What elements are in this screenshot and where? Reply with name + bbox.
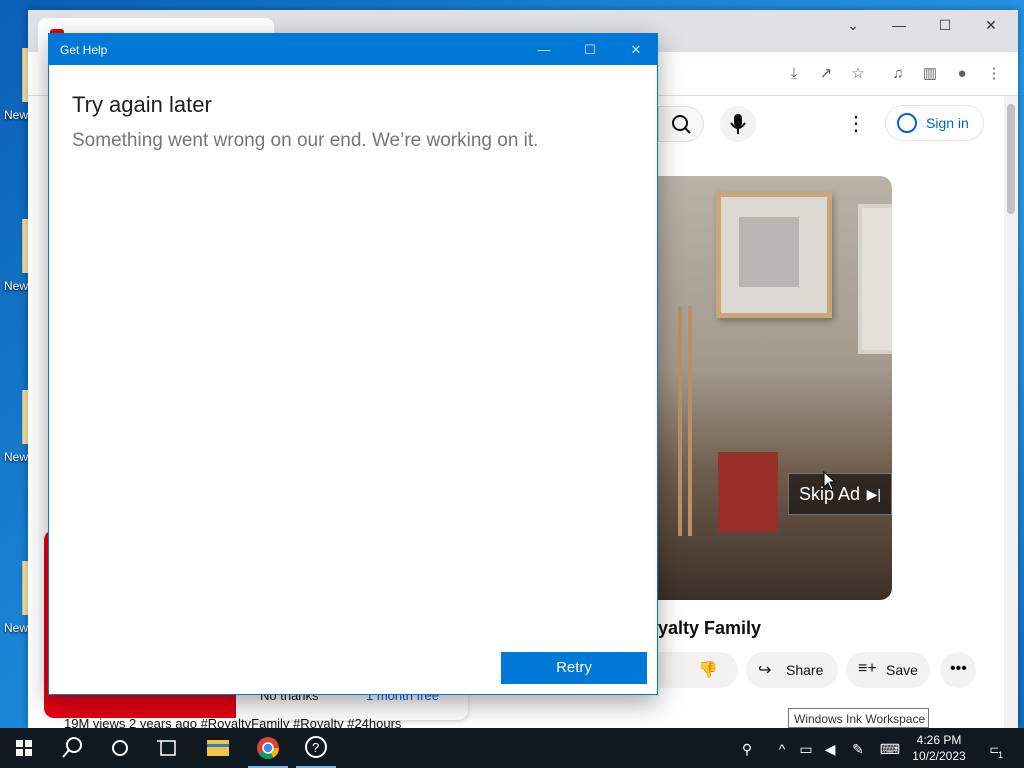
desktop-icon-new-3[interactable]: New — [0, 390, 30, 464]
show-hidden-icons-chevron-icon[interactable]: ^ — [773, 740, 791, 758]
system-clock[interactable]: 4:26 PM 10/2/2023 — [904, 732, 974, 764]
sign-in-label: Sign in — [926, 115, 969, 131]
desktop-icon-label: New — [4, 108, 29, 122]
search-icon — [62, 737, 82, 758]
skip-next-icon: ▶| — [866, 486, 881, 502]
get-help-icon: ? — [305, 736, 327, 758]
dialog-heading: Try again later — [72, 92, 212, 117]
video-views-line: 19M views 2 years ago #RoyaltyFamily #Ro… — [64, 716, 402, 728]
maximize-button[interactable]: ☐ — [922, 10, 968, 42]
cortana-button[interactable] — [96, 728, 144, 768]
video-frame-shelf — [718, 452, 778, 532]
dialog-close-button[interactable]: ✕ — [613, 34, 659, 65]
sign-in-button[interactable]: Sign in — [885, 105, 984, 141]
people-icon[interactable]: ⚲ — [738, 740, 756, 758]
taskbar: ? ⚲ ^ ▭ ◀ ✎ ⌨ 4:26 PM 10/2/2023 ▭ 1 — [0, 728, 1024, 768]
windows-logo-icon — [16, 740, 32, 756]
action-center-notification-icon[interactable]: ▭ 1 — [984, 740, 1008, 764]
svg-text:?: ? — [312, 740, 319, 755]
windows-ink-pen-icon[interactable]: ✎ — [849, 740, 867, 758]
search-icon — [672, 115, 691, 134]
save-button[interactable]: ≡+ Save — [846, 652, 930, 688]
task-view-button[interactable] — [144, 728, 192, 768]
save-label: Save — [886, 662, 918, 678]
search-taskbar-button[interactable] — [48, 728, 96, 768]
side-panel-icon[interactable]: ▥ — [920, 64, 940, 84]
minimize-button[interactable]: — — [876, 10, 922, 42]
desktop-icon-new-2[interactable]: New — [0, 219, 30, 293]
get-help-taskbar-button[interactable]: ? — [292, 728, 340, 768]
tab-search-icon[interactable]: ⌄ — [830, 10, 876, 42]
video-frame-picture — [716, 192, 832, 318]
desktop-icon-label: New — [4, 279, 29, 293]
video-frame-picture — [858, 204, 892, 354]
clock-time: 4:26 PM — [916, 733, 962, 747]
get-help-dialog: Get Help — ☐ ✕ Try again later Something… — [48, 33, 658, 695]
chrome-icon — [257, 737, 279, 759]
bookmark-star-icon[interactable]: ☆ — [848, 64, 868, 84]
desktop-icon-label: New — [4, 621, 29, 635]
dialog-message: Something went wrong on our end. We’re w… — [72, 130, 539, 151]
share-arrow-icon: ↪ — [758, 662, 772, 679]
more-actions-button[interactable]: ••• — [940, 652, 976, 688]
install-app-icon[interactable]: ⤓ — [784, 64, 804, 84]
chrome-taskbar-button[interactable] — [244, 728, 292, 768]
page-scrollbar[interactable] — [1004, 96, 1018, 728]
notification-count: 1 — [998, 746, 1004, 764]
skip-ad-button[interactable]: Skip Ad ▶| — [788, 473, 892, 515]
task-view-icon — [157, 740, 176, 756]
playlist-add-icon: ≡+ — [858, 660, 877, 677]
network-icon[interactable]: ▭ — [797, 740, 815, 758]
desktop-icon-label: New — [4, 450, 29, 464]
desktop-icon-new-4[interactable]: New — [0, 561, 30, 635]
start-button[interactable] — [0, 728, 48, 768]
close-button[interactable]: ✕ — [968, 10, 1014, 42]
taskbar-tooltip: Windows Ink Workspace — [788, 708, 929, 728]
more-options-icon[interactable]: ⋮ — [846, 114, 866, 134]
share-icon[interactable]: ↗ — [816, 64, 836, 84]
media-control-icon[interactable]: ♫ — [888, 64, 908, 84]
video-title: yalty Family — [658, 618, 762, 638]
dialog-maximize-button[interactable]: ☐ — [567, 34, 613, 65]
share-button[interactable]: ↪ Share — [746, 652, 838, 688]
scrollbar-thumb[interactable] — [1007, 104, 1015, 214]
file-explorer-button[interactable] — [194, 728, 242, 768]
profile-icon[interactable]: ● — [952, 64, 972, 84]
share-label: Share — [786, 662, 824, 678]
video-frame-ladder — [678, 306, 692, 536]
video-player[interactable] — [658, 176, 892, 600]
dialog-minimize-button[interactable]: — — [521, 34, 567, 65]
folder-icon — [207, 740, 229, 756]
account-icon — [897, 113, 917, 133]
clock-date: 10/2/2023 — [912, 749, 966, 763]
touch-keyboard-icon[interactable]: ⌨ — [878, 740, 902, 758]
desktop-icon-new-1[interactable]: New — [0, 48, 30, 122]
dislike-icon[interactable]: 👎 — [698, 660, 718, 680]
search-button[interactable] — [658, 106, 704, 142]
voice-search-button[interactable] — [720, 106, 756, 142]
chrome-menu-icon[interactable]: ⋮ — [984, 64, 1004, 84]
retry-button[interactable]: Retry — [501, 652, 647, 684]
volume-muted-icon[interactable]: ◀ — [821, 740, 839, 758]
microphone-icon — [730, 114, 746, 134]
dialog-title: Get Help — [60, 43, 108, 57]
cortana-circle-icon — [112, 740, 128, 756]
more-horizontal-icon: ••• — [950, 660, 967, 677]
